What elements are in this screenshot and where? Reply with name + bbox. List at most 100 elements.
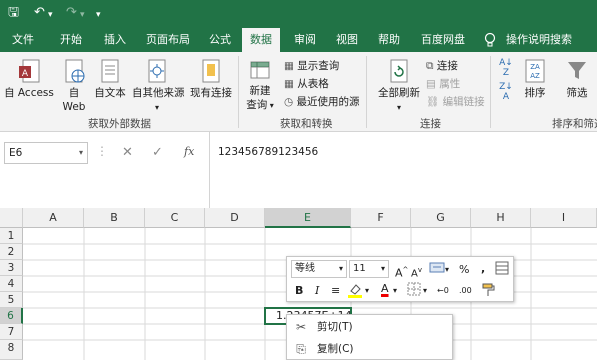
column-header-a[interactable]: A — [23, 208, 84, 228]
row-header-8[interactable]: 8 — [0, 340, 23, 360]
enter-icon[interactable]: ✓ — [152, 145, 163, 160]
row-header-6[interactable]: 6 — [0, 308, 23, 324]
row-header-5[interactable]: 5 — [0, 292, 23, 308]
column-header-g[interactable]: G — [411, 208, 471, 228]
tab-file[interactable]: 文件 — [6, 28, 40, 52]
properties-button[interactable]: ▤ 属性 — [426, 76, 460, 92]
font-size-dropdown[interactable]: 11 ▾ — [349, 260, 389, 278]
font-color-icon[interactable]: A — [381, 281, 389, 297]
from-access-button[interactable]: A 自 Access — [4, 58, 54, 100]
new-query-icon — [250, 61, 270, 79]
column-header-f[interactable]: F — [351, 208, 411, 228]
new-query-button[interactable]: 新建 查询 ▾ — [242, 58, 278, 113]
from-text-label: 自文本 — [94, 87, 126, 99]
column-header-h[interactable]: H — [471, 208, 531, 228]
percent-style-icon[interactable]: % — [459, 262, 469, 278]
context-menu: ✂ 剪切(T) ⎘ 复制(C) — [286, 314, 453, 360]
save-icon[interactable]: 🖫 — [8, 5, 19, 21]
from-web-button[interactable]: 自 Web — [58, 58, 90, 114]
column-header-e[interactable]: E — [265, 208, 351, 228]
row-header-7[interactable]: 7 — [0, 324, 23, 340]
from-other-sources-button[interactable]: 自其他来源 ▾ — [132, 58, 185, 115]
context-menu-cut[interactable]: ✂ 剪切(T) — [287, 316, 452, 338]
decrease-decimal-icon[interactable]: .00 — [459, 283, 472, 299]
tab-review[interactable]: 审阅 — [288, 28, 322, 52]
chevron-down-icon[interactable]: ▾ — [393, 283, 397, 299]
tab-data[interactable]: 数据 — [242, 28, 280, 52]
tab-baidu-netdisk[interactable]: 百度网盘 — [415, 28, 471, 52]
format-painter-icon[interactable] — [481, 282, 497, 303]
undo-icon[interactable]: ↶ — [34, 5, 45, 21]
tab-help[interactable]: 帮助 — [372, 28, 406, 52]
decrease-font-size-icon[interactable]: Av — [411, 262, 422, 282]
sort-button[interactable]: ZA AZ 排序 — [520, 58, 550, 100]
row-header-3[interactable]: 3 — [0, 260, 23, 276]
from-table-button[interactable]: ▦ 从表格 — [284, 76, 329, 92]
undo-dropdown-icon[interactable]: ▾ — [48, 7, 53, 23]
context-menu-copy[interactable]: ⎘ 复制(C) — [287, 338, 452, 360]
tab-page-layout[interactable]: 页面布局 — [140, 28, 196, 52]
italic-icon[interactable]: I — [315, 283, 319, 299]
column-header-d[interactable]: D — [205, 208, 265, 228]
group-separator — [366, 56, 367, 128]
formula-bar: E6 ▾ ⋮ ✕ ✓ fx 123456789123456 — [0, 132, 597, 212]
insert-function-icon[interactable]: fx — [184, 145, 194, 158]
chevron-down-icon[interactable]: ▾ — [365, 283, 369, 299]
chevron-down-icon[interactable]: ▾ — [79, 143, 83, 163]
mini-toolbar: 等线 ▾ 11 ▾ A^ Av ▾ % , B I ≡ ▾ A ▾ ▾ ←0 .… — [286, 256, 514, 302]
align-center-icon[interactable]: ≡ — [331, 283, 340, 299]
sort-az-button[interactable]: A↓ Z Z↓ A — [496, 58, 516, 102]
lightbulb-icon — [484, 32, 496, 48]
redo-icon[interactable]: ↷ — [66, 5, 77, 21]
column-header-b[interactable]: B — [84, 208, 145, 228]
row-header-1[interactable]: 1 — [0, 228, 23, 244]
chevron-down-icon[interactable]: ▾ — [423, 283, 427, 299]
tab-insert[interactable]: 插入 — [98, 28, 132, 52]
group-label-transform: 获取和转换 — [280, 118, 333, 130]
recent-sources-button[interactable]: ◷ 最近使用的源 — [284, 94, 360, 110]
cancel-icon[interactable]: ✕ — [122, 145, 133, 160]
row-header-4[interactable]: 4 — [0, 276, 23, 292]
row-header-2[interactable]: 2 — [0, 244, 23, 260]
show-queries-button[interactable]: ▦ 显示查询 — [284, 58, 339, 74]
redo-dropdown-icon[interactable]: ▾ — [80, 7, 85, 23]
customize-qat-icon[interactable]: ▾ — [96, 7, 101, 23]
recent-sources-label: 最近使用的源 — [296, 96, 360, 108]
filter-button[interactable]: 筛选 — [562, 58, 592, 100]
fill-color-icon[interactable] — [347, 282, 363, 303]
increase-decimal-icon[interactable]: ←0 — [437, 283, 449, 299]
tab-home[interactable]: 开始 — [54, 28, 88, 52]
format-painter-table-icon[interactable] — [495, 261, 509, 280]
refresh-all-button[interactable]: 全部刷新 ▾ — [376, 58, 422, 115]
sort-za-icon[interactable]: Z↓ A — [496, 82, 516, 102]
select-all-corner[interactable] — [0, 208, 23, 228]
formula-input[interactable]: 123456789123456 — [209, 132, 597, 212]
name-box[interactable]: E6 ▾ — [4, 142, 88, 164]
connections-button[interactable]: ⧉ 连接 — [426, 58, 458, 74]
group-separator — [238, 56, 239, 128]
existing-connections-button[interactable]: 现有连接 — [188, 58, 234, 100]
from-text-button[interactable]: 自文本 — [92, 58, 128, 100]
borders-icon[interactable] — [407, 282, 421, 301]
column-header-i[interactable]: I — [531, 208, 597, 228]
properties-icon: ▤ — [426, 78, 440, 90]
font-name-dropdown[interactable]: 等线 ▾ — [291, 260, 347, 278]
chevron-down-icon: ▾ — [396, 103, 401, 112]
edit-links-button[interactable]: ⛓ 编辑链接 — [426, 94, 485, 110]
tell-me-search[interactable]: 操作说明搜索 — [500, 28, 578, 52]
column-header-c[interactable]: C — [145, 208, 205, 228]
from-table-label: 从表格 — [297, 78, 329, 90]
tab-view[interactable]: 视图 — [330, 28, 364, 52]
chevron-down-icon[interactable]: ▾ — [445, 262, 449, 278]
number-format-icon[interactable] — [429, 261, 445, 280]
comma-style-icon[interactable]: , — [481, 261, 485, 277]
bold-icon[interactable]: B — [295, 283, 303, 299]
chevron-down-icon: ▾ — [338, 264, 343, 273]
name-box-value: E6 — [9, 147, 23, 159]
chevron-down-icon: ▾ — [267, 101, 274, 110]
tab-formulas[interactable]: 公式 — [203, 28, 237, 52]
group-label-external: 获取外部数据 — [88, 118, 151, 130]
group-separator — [490, 56, 491, 128]
increase-font-size-icon[interactable]: A^ — [395, 262, 408, 282]
chevron-down-icon: ▾ — [154, 103, 159, 112]
